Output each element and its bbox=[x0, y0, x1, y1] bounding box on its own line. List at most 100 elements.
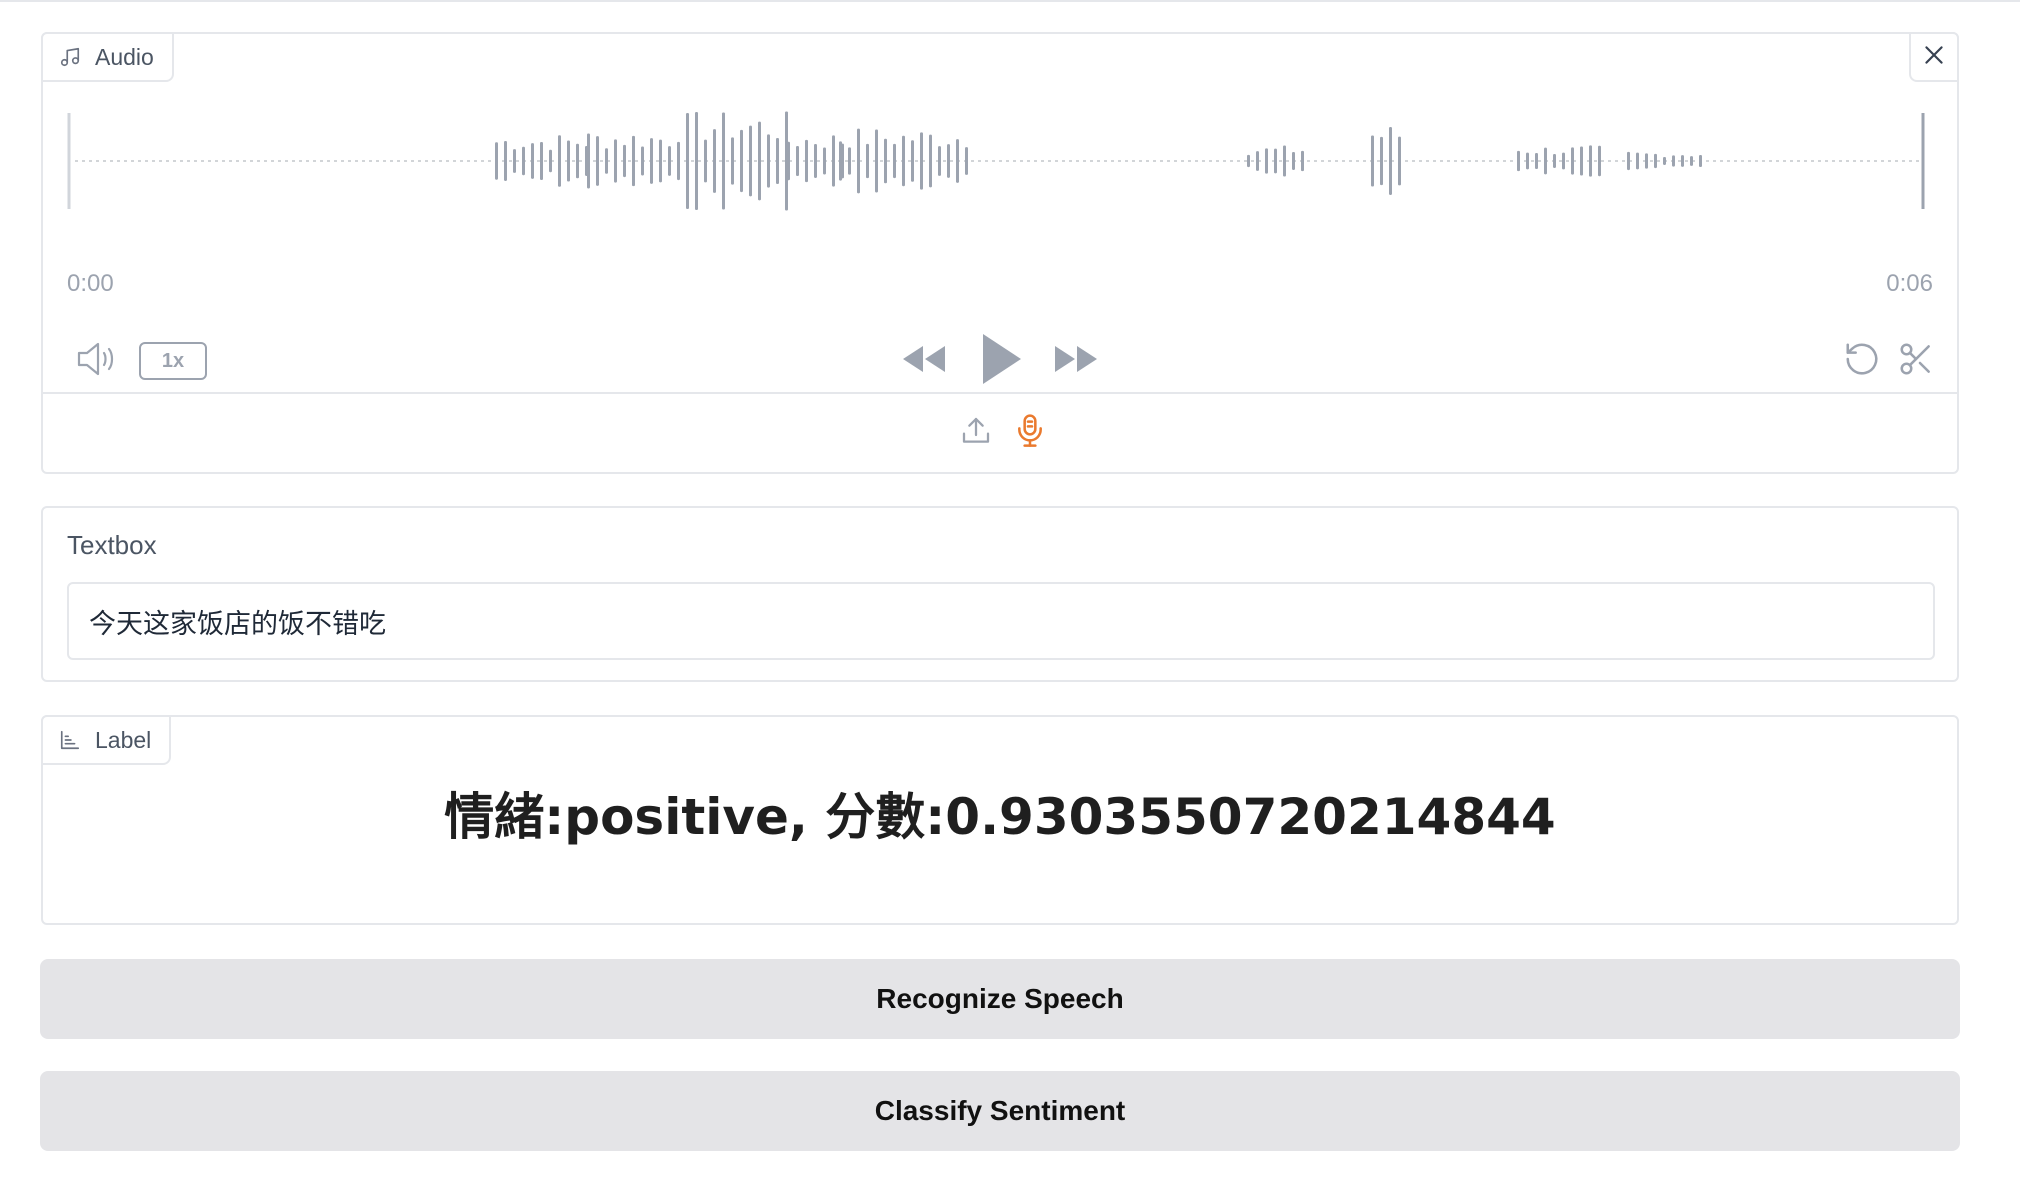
waveform-bar bbox=[1247, 154, 1250, 168]
waveform-bar bbox=[740, 129, 743, 193]
undo-icon bbox=[1843, 340, 1881, 383]
time-start: 0:00 bbox=[67, 270, 114, 297]
waveform-bar bbox=[911, 140, 914, 182]
waveform-bar bbox=[641, 146, 644, 176]
rewind-button[interactable] bbox=[899, 340, 949, 382]
audio-waveform[interactable] bbox=[67, 106, 1927, 216]
waveform-bar bbox=[805, 139, 808, 183]
playback-rate-button[interactable]: 1x bbox=[139, 342, 207, 380]
music-note-icon bbox=[59, 46, 81, 68]
waveform-bar bbox=[522, 146, 525, 176]
waveform-bar bbox=[549, 149, 552, 173]
waveform-bar bbox=[884, 138, 887, 184]
textbox-label: Textbox bbox=[67, 530, 157, 560]
waveform-bar bbox=[1553, 154, 1556, 168]
sentiment-result: 情緒:positive, 分數:0.9303550720214844 bbox=[444, 788, 1556, 846]
waveform-bar bbox=[956, 139, 959, 183]
transcript-textbox[interactable] bbox=[67, 582, 1935, 660]
waveform-bar bbox=[722, 112, 725, 210]
waveform-bar bbox=[1663, 157, 1666, 165]
textbox-panel: Textbox bbox=[41, 506, 1959, 682]
waveform-bar bbox=[839, 141, 842, 181]
waveform-bar bbox=[767, 134, 770, 188]
waveform-bar bbox=[1301, 150, 1304, 172]
waveform-bar bbox=[1571, 147, 1574, 175]
waveform-bar bbox=[1627, 151, 1630, 171]
waveform-bar bbox=[623, 144, 626, 178]
waveform-bar bbox=[1398, 136, 1401, 186]
waveform-bar bbox=[540, 141, 543, 181]
volume-button[interactable] bbox=[73, 338, 123, 384]
waveform-bar bbox=[704, 139, 707, 183]
classify-sentiment-button[interactable]: Classify Sentiment bbox=[40, 1071, 1960, 1151]
waveform-bar bbox=[1636, 152, 1639, 170]
upload-icon bbox=[960, 415, 992, 452]
waveform-bar bbox=[531, 143, 534, 179]
scissors-icon bbox=[1897, 340, 1935, 383]
label-tag-label: Label bbox=[95, 726, 152, 753]
waveform-bar bbox=[1589, 145, 1592, 177]
waveform-bar bbox=[596, 136, 599, 186]
waveform-bar bbox=[848, 147, 851, 175]
waveform-bar bbox=[1265, 148, 1268, 174]
waveform-bar bbox=[749, 125, 752, 197]
waveform-bar bbox=[1645, 153, 1648, 169]
waveform-bar bbox=[513, 149, 516, 173]
waveform-bar bbox=[1690, 156, 1693, 166]
waveform-bar bbox=[1371, 135, 1374, 187]
waveform-bar bbox=[1654, 153, 1657, 169]
waveform-bar bbox=[832, 135, 835, 187]
fast-forward-button[interactable] bbox=[1051, 340, 1101, 382]
waveform-bar bbox=[1544, 147, 1547, 175]
waveform-bar bbox=[632, 135, 635, 187]
waveform-bar bbox=[758, 121, 761, 201]
playback-controls: 1x bbox=[43, 324, 1957, 398]
audio-tag: Audio bbox=[41, 32, 174, 82]
time-end: 0:06 bbox=[1886, 270, 1933, 297]
close-icon bbox=[1921, 42, 1947, 73]
waveform-bar bbox=[576, 143, 579, 179]
microphone-icon bbox=[1014, 413, 1046, 454]
waveform-bar bbox=[1535, 152, 1538, 170]
waveform-bar bbox=[796, 145, 799, 177]
waveform-bar bbox=[1389, 126, 1392, 196]
audio-tag-label: Audio bbox=[95, 43, 154, 70]
waveform-bar bbox=[920, 132, 923, 190]
waveform-bar bbox=[893, 143, 896, 179]
waveform-bar bbox=[776, 137, 779, 185]
undo-button[interactable] bbox=[1839, 338, 1885, 384]
waveform-bar bbox=[1517, 150, 1520, 172]
waveform-bar bbox=[1699, 154, 1702, 168]
recognize-speech-button[interactable]: Recognize Speech bbox=[40, 959, 1960, 1039]
upload-button[interactable] bbox=[953, 410, 999, 456]
waveform-bar bbox=[1598, 145, 1601, 177]
waveform-bar bbox=[659, 139, 662, 183]
trim-button[interactable] bbox=[1893, 338, 1939, 384]
waveform-bar bbox=[1380, 136, 1383, 186]
fast-forward-icon bbox=[1053, 344, 1099, 379]
waveform-bar bbox=[587, 133, 590, 189]
audio-source-bar bbox=[43, 392, 1957, 472]
play-icon bbox=[979, 332, 1023, 391]
close-button[interactable] bbox=[1909, 32, 1959, 82]
waveform-bar bbox=[929, 134, 932, 188]
waveform-bar bbox=[677, 141, 680, 181]
waveform-bar bbox=[857, 128, 860, 194]
waveform-bar bbox=[1274, 148, 1277, 174]
waveform-bar bbox=[902, 135, 905, 187]
waveform-bar bbox=[1526, 152, 1529, 170]
play-button[interactable] bbox=[973, 332, 1029, 390]
microphone-button[interactable] bbox=[1007, 410, 1053, 456]
waveform-bar bbox=[1580, 146, 1583, 176]
bar-chart-icon bbox=[59, 729, 81, 751]
waveform-bar bbox=[814, 144, 817, 178]
waveform-bar bbox=[965, 147, 968, 175]
audio-panel: Audio 0:00 0:06 1x bbox=[41, 32, 1959, 474]
waveform-bar bbox=[686, 112, 689, 210]
top-divider bbox=[0, 0, 2020, 2]
waveform-bar bbox=[695, 111, 698, 211]
waveform-bar bbox=[605, 148, 608, 174]
waveform-bar bbox=[1562, 152, 1565, 170]
waveform-bar bbox=[1256, 151, 1259, 171]
rewind-icon bbox=[901, 344, 947, 379]
